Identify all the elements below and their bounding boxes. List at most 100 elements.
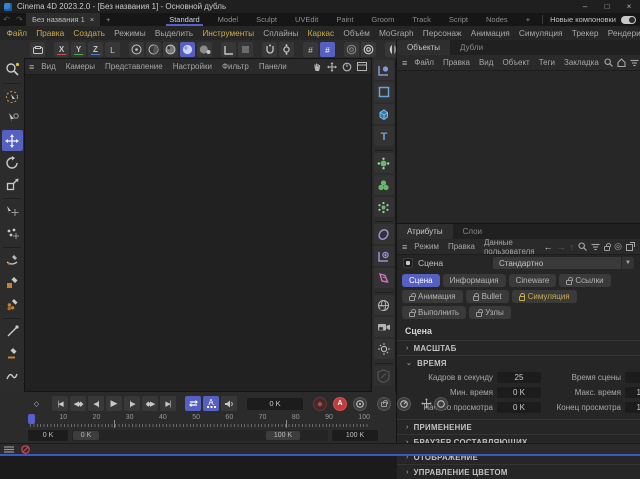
- record-target-icon[interactable]: [361, 42, 376, 57]
- keyframe-selection-button[interactable]: [353, 397, 367, 411]
- metaball-icon[interactable]: [374, 175, 394, 195]
- section-color-management[interactable]: › УПРАВЛЕНИЕ ЦВЕТОМ: [397, 464, 640, 479]
- position-record-icon[interactable]: [421, 398, 432, 409]
- preview-end-field[interactable]: 100 K: [625, 402, 640, 413]
- move-tool-icon[interactable]: [2, 130, 23, 151]
- menu-modes[interactable]: Режимы: [110, 28, 151, 38]
- dynamic-grid-icon[interactable]: #: [320, 42, 335, 57]
- no-errors-icon[interactable]: [21, 445, 30, 454]
- menu-animate[interactable]: Анимация: [466, 28, 514, 38]
- objects-menu-object[interactable]: Объект: [498, 58, 533, 67]
- viewport-hamburger-icon[interactable]: ≡: [29, 62, 36, 72]
- attributes-menu-mode[interactable]: Режим: [410, 242, 443, 251]
- grid-icon[interactable]: #: [303, 42, 318, 57]
- next-key-button[interactable]: ◆▶: [142, 396, 158, 411]
- cloner-icon[interactable]: [374, 197, 394, 217]
- range-start-handle[interactable]: 0 K: [73, 431, 99, 440]
- layout-tab-track[interactable]: Track: [403, 13, 439, 26]
- chevron-down-icon[interactable]: ▼: [621, 257, 634, 269]
- fill-brush-icon[interactable]: [2, 272, 23, 293]
- viewport-menu-filter[interactable]: Фильтр: [217, 62, 254, 71]
- axis-x-button[interactable]: X: [54, 42, 69, 57]
- target-icon[interactable]: [344, 42, 359, 57]
- layout-tab-nodes[interactable]: Nodes: [477, 13, 517, 26]
- sky-object-icon[interactable]: [374, 295, 394, 315]
- mode-tab-references[interactable]: Ссылки: [559, 274, 610, 287]
- move-view-icon[interactable]: [327, 62, 337, 72]
- pan-view-icon[interactable]: [313, 62, 322, 72]
- tweak-tool-icon[interactable]: [2, 108, 23, 129]
- objects-menu-edit[interactable]: Правка: [439, 58, 474, 67]
- maximize-button[interactable]: □: [596, 0, 618, 13]
- objects-home-icon[interactable]: [617, 58, 626, 67]
- play-button[interactable]: ▶: [106, 396, 122, 411]
- axis-z-button[interactable]: Z: [88, 42, 103, 57]
- objects-search-icon[interactable]: [604, 58, 613, 67]
- objects-filter-icon[interactable]: [630, 59, 639, 67]
- sphere-tool-icon[interactable]: [197, 42, 212, 57]
- polygon-pen-icon[interactable]: [180, 42, 195, 57]
- plane-object-icon[interactable]: [374, 82, 394, 102]
- add-layout-button[interactable]: +: [517, 13, 539, 26]
- light-object-icon[interactable]: [374, 339, 394, 359]
- preset-dropdown[interactable]: Стандартно ▼: [493, 257, 634, 269]
- previous-frame-button[interactable]: ◀|: [88, 396, 104, 411]
- spline-sketch-icon[interactable]: [2, 365, 23, 386]
- toggle-view-icon[interactable]: [357, 62, 367, 71]
- new-layouts-toggle[interactable]: [621, 16, 636, 24]
- stamp-brush-icon[interactable]: [2, 294, 23, 315]
- menu-simulate[interactable]: Симуляция: [514, 28, 567, 38]
- spline-pen-icon[interactable]: [374, 246, 394, 266]
- viewport-menu-panels[interactable]: Панели: [254, 62, 292, 71]
- bend-deformer-icon[interactable]: [374, 268, 394, 288]
- commander-search-icon[interactable]: [2, 59, 23, 80]
- attributes-detach-icon[interactable]: [626, 242, 635, 251]
- keyframe-icon[interactable]: ◇: [28, 396, 44, 411]
- fill-selection-icon[interactable]: [163, 42, 178, 57]
- mode-tab-simulation[interactable]: Симуляция: [512, 290, 577, 303]
- preset-value[interactable]: Стандартно: [493, 257, 621, 269]
- parent-up-icon[interactable]: ↑: [570, 242, 575, 252]
- loop-selection-icon[interactable]: [146, 42, 161, 57]
- attribute-hamburger-icon[interactable]: ≡: [402, 242, 409, 252]
- range-end-handle[interactable]: 100 K: [266, 431, 300, 440]
- attributes-search-icon[interactable]: [578, 242, 587, 251]
- layout-tab-uvedit[interactable]: UVEdit: [286, 13, 327, 26]
- brush-curve-icon[interactable]: [2, 250, 23, 271]
- menu-create[interactable]: Создать: [69, 28, 110, 38]
- snap-icon[interactable]: [279, 42, 294, 57]
- attributes-menu-edit[interactable]: Правка: [444, 242, 479, 251]
- camera-object-icon[interactable]: [374, 317, 394, 337]
- rotate-tool-icon[interactable]: [2, 152, 23, 173]
- material-shield-icon[interactable]: [374, 366, 394, 386]
- viewport-menu-options[interactable]: Настройки: [168, 62, 217, 71]
- tab-takes[interactable]: Дубли: [450, 40, 493, 55]
- status-hamburger-icon[interactable]: [4, 446, 14, 453]
- min-time-field[interactable]: 0 K: [497, 387, 541, 398]
- redo-icon[interactable]: ↷: [13, 13, 26, 26]
- record-filter-button[interactable]: [397, 397, 411, 411]
- menu-tracker[interactable]: Трекер: [567, 28, 603, 38]
- attributes-menu-userdata[interactable]: Данные пользователя: [480, 238, 543, 256]
- object-manager-hamburger-icon[interactable]: ≡: [402, 58, 409, 68]
- mode-tab-info[interactable]: Информация: [443, 274, 506, 287]
- mode-tab-animation[interactable]: Анимация: [402, 290, 463, 303]
- objects-menu-file[interactable]: Файл: [410, 58, 438, 67]
- section-usage[interactable]: › ПРИМЕНЕНИЕ: [397, 419, 640, 434]
- points-move-icon[interactable]: [2, 223, 23, 244]
- add-document-tab-button[interactable]: +: [100, 13, 116, 26]
- autokey-button[interactable]: A: [333, 397, 347, 411]
- menu-splines[interactable]: Сплайны: [259, 28, 303, 38]
- menu-volume[interactable]: Объём: [339, 28, 375, 38]
- mode-tab-bullet[interactable]: Bullet: [466, 290, 509, 303]
- viewport-canvas[interactable]: [25, 75, 371, 391]
- section-time[interactable]: ⌄ ВРЕМЯ: [397, 355, 640, 370]
- viewport-menu-display[interactable]: Представление: [100, 62, 168, 71]
- subdivision-surface-icon[interactable]: [374, 153, 394, 173]
- history-forward-icon[interactable]: →: [557, 242, 566, 252]
- section-scale[interactable]: › МАСШТАБ: [397, 340, 640, 355]
- object-tree[interactable]: [397, 71, 640, 223]
- go-to-end-button[interactable]: ▶|: [160, 396, 176, 411]
- objects-menu-tags[interactable]: Теги: [535, 58, 559, 67]
- tab-objects[interactable]: Объекты: [397, 40, 450, 55]
